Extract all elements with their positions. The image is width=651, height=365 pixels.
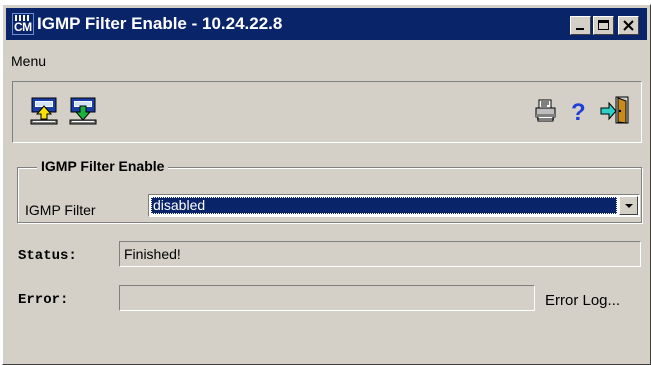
upload-icon (30, 97, 58, 125)
igmp-filter-selected-value[interactable]: disabled (151, 197, 617, 214)
menu-item-menu[interactable]: Menu (11, 53, 46, 69)
status-field: Finished! (119, 241, 641, 267)
help-button[interactable]: ? (567, 97, 597, 127)
exit-icon (600, 96, 629, 124)
maximize-button[interactable] (593, 16, 614, 35)
dropdown-arrow-icon[interactable] (619, 196, 638, 215)
maximize-icon (598, 20, 609, 30)
upload-button[interactable] (30, 96, 60, 126)
group-title: IGMP Filter Enable (37, 158, 169, 174)
error-field (119, 285, 535, 311)
app-window: CM IGMP Filter Enable - 10.24.22.8 Menu (2, 4, 651, 365)
igmp-filter-label: IGMP Filter (25, 202, 96, 218)
download-icon (69, 97, 97, 125)
minimize-icon (576, 28, 584, 30)
help-icon: ? (571, 99, 586, 125)
app-icon-label: CM (14, 20, 32, 34)
app-icon[interactable]: CM (12, 13, 34, 35)
download-button[interactable] (69, 96, 99, 126)
toolbar: ? (12, 81, 642, 143)
svg-text:?: ? (571, 99, 586, 125)
exit-button[interactable] (599, 94, 629, 124)
close-button[interactable] (618, 16, 639, 35)
error-log-link[interactable]: Error Log... (545, 292, 620, 309)
title-bar[interactable]: CM IGMP Filter Enable - 10.24.22.8 (6, 8, 647, 40)
igmp-filter-select[interactable]: disabled (148, 194, 640, 217)
close-icon (623, 20, 634, 31)
status-label: Status: (18, 248, 77, 264)
print-icon (535, 99, 556, 122)
minimize-button[interactable] (570, 16, 591, 35)
error-label: Error: (18, 292, 69, 308)
window-title: IGMP Filter Enable - 10.24.22.8 (37, 14, 283, 33)
print-button[interactable] (533, 98, 563, 128)
